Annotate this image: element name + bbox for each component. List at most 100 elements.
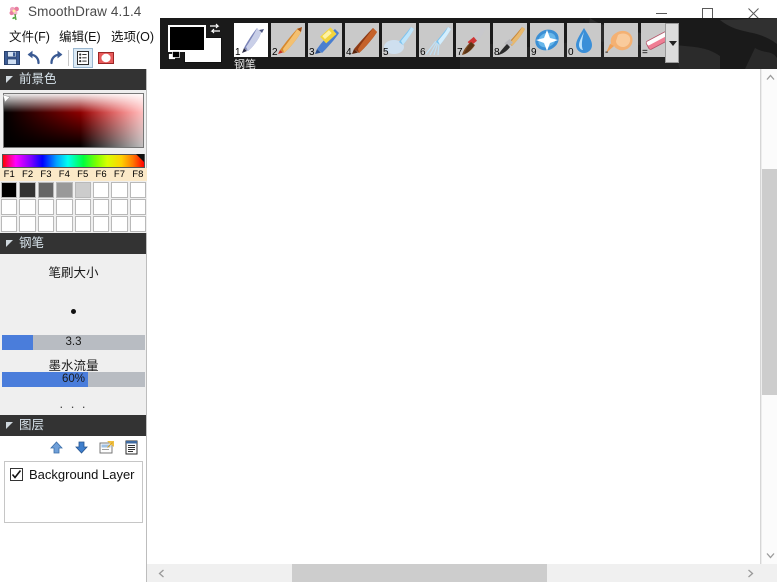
menu-options[interactable]: 选项(O) <box>106 28 159 46</box>
collapse-triangle-icon <box>6 76 13 83</box>
more-tools-button[interactable] <box>665 23 679 63</box>
menu-edit[interactable]: 编辑(E) <box>54 28 106 46</box>
save-icon[interactable] <box>2 48 22 68</box>
color-swatch[interactable] <box>74 182 91 198</box>
color-swatch[interactable] <box>19 216 36 232</box>
tool-key: 0 <box>568 47 574 58</box>
scroll-left-arrow[interactable] <box>153 564 170 582</box>
color-swatch[interactable] <box>74 216 91 232</box>
spray-tool[interactable]: 6 <box>419 23 453 57</box>
color-swatch[interactable] <box>111 182 128 198</box>
color-swatch[interactable] <box>92 216 110 232</box>
color-swatch[interactable] <box>37 199 55 215</box>
color-swatch[interactable] <box>129 216 146 232</box>
pencil-tool[interactable]: 2 <box>271 23 305 57</box>
window-title: SmoothDraw 4.1.4 <box>28 4 142 19</box>
color-swatch[interactable] <box>1 216 18 232</box>
panel-title: 前景色 <box>19 72 57 86</box>
brush-size-slider[interactable]: 3.3 <box>2 335 145 350</box>
vertical-scroll-thumb[interactable] <box>762 169 777 395</box>
horizontal-scrollbar[interactable] <box>147 564 777 582</box>
smoothdraw-window: SmoothDraw 4.1.4 文件(F) 编辑(E) 选项(O) 1 钢笔 … <box>0 0 777 582</box>
smudge-tool[interactable]: - <box>604 23 638 57</box>
color-swatch[interactable] <box>1 199 18 215</box>
hue-cursor <box>136 154 144 162</box>
flower-icon <box>7 5 23 21</box>
tool-key: 2 <box>272 47 278 58</box>
bristle-brush-tool[interactable]: 7 <box>456 23 490 57</box>
properties-icon[interactable] <box>73 48 93 68</box>
paint-brush-tool[interactable]: 8 <box>493 23 527 57</box>
fkey-label: F4 <box>58 169 70 180</box>
panel-header-foreground-color[interactable]: 前景色 <box>0 69 146 90</box>
layer-row-background[interactable]: Background Layer <box>5 462 142 486</box>
color-swatch[interactable] <box>1 182 18 198</box>
swatch-row <box>0 216 147 233</box>
color-swatch[interactable] <box>56 182 73 198</box>
swap-colors-icon[interactable] <box>208 23 222 35</box>
vertical-scrollbar[interactable] <box>761 69 777 582</box>
color-swatch[interactable] <box>37 216 55 232</box>
color-swatch[interactable] <box>129 199 146 215</box>
color-swatch[interactable] <box>129 182 146 198</box>
airbrush-tool[interactable]: 5 <box>382 23 416 57</box>
menu-file[interactable]: 文件(F) <box>4 28 55 46</box>
reset-colors-icon[interactable] <box>168 50 182 62</box>
color-swatch-widget[interactable] <box>168 23 224 63</box>
redo-icon[interactable] <box>46 48 66 68</box>
color-swatch[interactable] <box>74 199 91 215</box>
scroll-up-arrow[interactable] <box>762 69 777 86</box>
color-swatch[interactable] <box>56 216 73 232</box>
marker-tool[interactable]: 3 <box>308 23 342 57</box>
fkey-label: F1 <box>3 169 15 180</box>
swatch-row <box>0 199 147 216</box>
move-layer-up-icon[interactable] <box>48 439 65 456</box>
color-swatch[interactable] <box>92 199 110 215</box>
tool-key: 5 <box>383 47 389 58</box>
collapse-triangle-icon <box>6 240 13 247</box>
sv-white-layer <box>3 94 143 147</box>
active-tool-label: 钢笔 <box>234 59 256 69</box>
drawing-canvas[interactable] <box>149 69 761 565</box>
swatch-row <box>0 182 147 199</box>
water-drop-tool[interactable]: 0 <box>567 23 601 57</box>
scroll-right-arrow[interactable] <box>742 564 759 582</box>
brush-size-preview <box>0 303 147 317</box>
foreground-color-panel <box>0 90 146 168</box>
ink-flow-slider[interactable]: 60% <box>2 372 145 387</box>
layer-visibility-checkbox[interactable] <box>10 467 23 481</box>
chevron-down-icon <box>669 41 677 46</box>
brush-toolbar: 1 钢笔 2 3 4 5 6 7 8 9 0 - = <box>160 18 777 69</box>
hue-slider[interactable] <box>2 154 145 168</box>
color-swatch[interactable] <box>56 199 73 215</box>
saturation-value-picker[interactable] <box>2 93 144 148</box>
color-swatch[interactable] <box>111 199 128 215</box>
foreground-color-swatch[interactable] <box>168 25 206 52</box>
horizontal-scroll-thumb[interactable] <box>292 564 547 582</box>
layer-list[interactable]: Background Layer <box>4 461 143 523</box>
record-icon[interactable] <box>96 48 116 68</box>
tool-key: - <box>605 47 609 58</box>
layer-properties-icon[interactable] <box>98 439 115 456</box>
color-swatch[interactable] <box>19 199 36 215</box>
panel-header-layers[interactable]: 图层 <box>0 415 146 436</box>
fkey-label: F2 <box>22 169 34 180</box>
pen-more-options[interactable]: . . . <box>0 396 147 411</box>
color-swatch[interactable] <box>19 182 36 198</box>
pen-tool[interactable]: 1 <box>234 23 268 57</box>
undo-icon[interactable] <box>24 48 44 68</box>
fkey-label: F7 <box>113 169 125 180</box>
brush-size-label: 笔刷大小 <box>48 266 99 280</box>
color-swatch[interactable] <box>92 182 110 198</box>
panel-header-pen[interactable]: 钢笔 <box>0 233 146 254</box>
move-layer-down-icon[interactable] <box>73 439 90 456</box>
tool-key: 8 <box>494 47 500 58</box>
color-swatch[interactable] <box>111 216 128 232</box>
fkey-label: F6 <box>95 169 107 180</box>
tool-key: 7 <box>457 47 463 58</box>
new-layer-icon[interactable] <box>123 439 140 456</box>
scroll-down-arrow[interactable] <box>762 547 777 564</box>
crayon-tool[interactable]: 4 <box>345 23 379 57</box>
oil-brush-tool[interactable]: 9 <box>530 23 564 57</box>
color-swatch[interactable] <box>37 182 55 198</box>
